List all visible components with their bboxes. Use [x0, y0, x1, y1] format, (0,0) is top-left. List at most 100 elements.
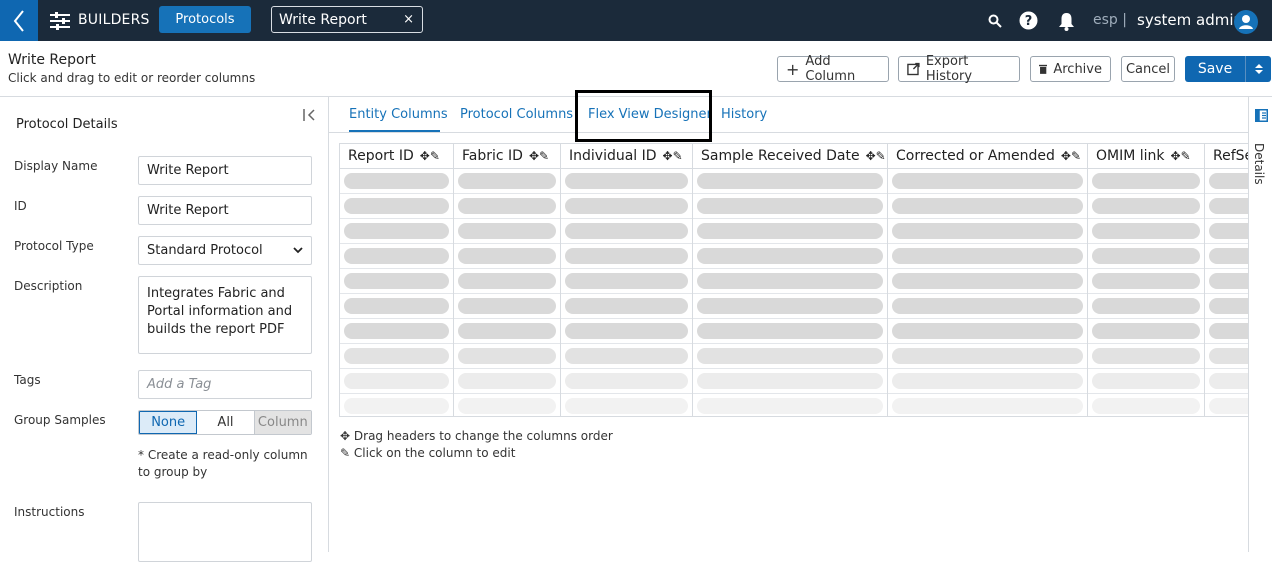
export-history-button[interactable]: Export History	[898, 54, 1020, 84]
skeleton-row	[1205, 219, 1248, 244]
cancel-button[interactable]: Cancel	[1121, 56, 1175, 82]
display-name-input[interactable]: Write Report	[138, 156, 312, 185]
add-column-button[interactable]: + Add Column	[777, 54, 889, 84]
column-header-label: Corrected or Amended	[896, 148, 1055, 164]
collapse-panel-icon[interactable]	[303, 109, 316, 125]
save-dropdown-toggle[interactable]	[1245, 56, 1271, 82]
language-switch[interactable]: esp |	[1093, 12, 1127, 28]
move-edit-icons[interactable]: ✥✎	[1061, 149, 1081, 163]
skeleton-row	[340, 194, 453, 219]
id-input[interactable]: Write Report	[138, 196, 312, 225]
column-report-id[interactable]: Report ID ✥✎	[340, 144, 454, 416]
skeleton-bar	[892, 198, 1083, 214]
skeleton-bar	[458, 298, 556, 314]
skeleton-row	[1205, 269, 1248, 294]
skeleton-row	[1205, 169, 1248, 194]
user-icon	[1239, 15, 1253, 29]
archive-button[interactable]: Archive	[1030, 56, 1111, 82]
skeleton-bar	[697, 373, 883, 389]
group-samples-toggle: None All Column	[138, 410, 312, 435]
skeleton-row	[1205, 294, 1248, 319]
search-icon[interactable]	[988, 14, 1002, 28]
description-label: Description	[14, 279, 83, 293]
skeleton-bar	[892, 248, 1083, 264]
bell-icon[interactable]	[1058, 12, 1075, 31]
skeleton-bar	[697, 173, 883, 189]
column-header[interactable]: Individual ID ✥✎	[561, 144, 692, 169]
avatar[interactable]	[1234, 10, 1258, 34]
page-title: Write Report	[8, 52, 96, 68]
close-icon[interactable]: ×	[403, 12, 414, 27]
panel-toggle-icon[interactable]	[1255, 109, 1268, 122]
group-none-option[interactable]: None	[139, 411, 198, 434]
column-header-label: OMIM link	[1096, 148, 1165, 164]
group-column-option[interactable]: Column	[254, 411, 311, 434]
skeleton-row	[693, 219, 887, 244]
skeleton-row	[1088, 219, 1204, 244]
skeleton-bar	[565, 223, 688, 239]
skeleton-bar	[892, 298, 1083, 314]
skeleton-bar	[1092, 398, 1200, 414]
group-hint: * Create a read-only column to group by	[138, 448, 308, 479]
skeleton-row	[693, 394, 887, 416]
save-button[interactable]: Save	[1185, 56, 1271, 82]
group-all-option[interactable]: All	[197, 411, 255, 434]
open-document-tab[interactable]: Write Report ×	[271, 6, 423, 33]
user-name[interactable]: system admin	[1137, 11, 1243, 29]
column-header[interactable]: RefSe	[1205, 144, 1248, 169]
column-omim-link[interactable]: OMIM link ✥✎	[1088, 144, 1205, 416]
skeleton-bar	[697, 323, 883, 339]
column-header[interactable]: Report ID ✥✎	[340, 144, 453, 169]
column-sample-received-date[interactable]: Sample Received Date ✥✎	[693, 144, 888, 416]
skeleton-row	[340, 394, 453, 416]
column-header[interactable]: Corrected or Amended ✥✎	[888, 144, 1087, 169]
move-edit-icons[interactable]: ✥✎	[1171, 149, 1191, 163]
column-header[interactable]: Sample Received Date ✥✎	[693, 144, 887, 169]
column-header[interactable]: Fabric ID ✥✎	[454, 144, 560, 169]
tab-entity-columns[interactable]: Entity Columns	[349, 107, 448, 122]
help-icon[interactable]: ?	[1019, 11, 1038, 30]
skeleton-bar	[1092, 298, 1200, 314]
column-header[interactable]: OMIM link ✥✎	[1088, 144, 1204, 169]
move-edit-icons[interactable]: ✥✎	[420, 149, 440, 163]
column-fabric-id[interactable]: Fabric ID ✥✎	[454, 144, 561, 416]
tab-protocol-columns[interactable]: Protocol Columns	[460, 107, 573, 122]
chevron-updown-icon	[1254, 64, 1263, 74]
panel-heading: Protocol Details	[16, 117, 118, 132]
protocol-type-select[interactable]: Standard Protocol	[138, 236, 312, 265]
tags-input[interactable]: Add a Tag	[138, 370, 312, 399]
skeleton-bar	[892, 348, 1083, 364]
skeleton-row	[693, 344, 887, 369]
skeleton-bar	[344, 348, 449, 364]
skeleton-bar	[1092, 248, 1200, 264]
tab-history[interactable]: History	[721, 107, 767, 122]
skeleton-bar	[458, 223, 556, 239]
back-button[interactable]	[0, 0, 38, 41]
group-samples-label: Group Samples	[14, 413, 106, 427]
skeleton-row	[454, 294, 560, 319]
column-refseq[interactable]: RefSe	[1205, 144, 1248, 416]
svg-text:?: ?	[1025, 14, 1033, 29]
add-column-label: Add Column	[805, 54, 856, 84]
move-edit-icons[interactable]: ✥✎	[663, 149, 683, 163]
skeleton-row	[888, 344, 1087, 369]
display-name-label: Display Name	[14, 159, 98, 173]
skeleton-bar	[565, 373, 688, 389]
skeleton-row	[454, 394, 560, 416]
instructions-textarea[interactable]	[138, 502, 312, 562]
skeleton-row	[693, 294, 887, 319]
skeleton-bar	[458, 373, 556, 389]
details-rail[interactable]: Details	[1248, 96, 1272, 552]
protocols-pill[interactable]: Protocols	[159, 6, 251, 33]
move-edit-icons[interactable]: ✥✎	[866, 149, 886, 163]
builders-brand[interactable]: BUILDERS	[78, 12, 150, 28]
skeleton-bar	[892, 373, 1083, 389]
skeleton-row	[1205, 244, 1248, 269]
skeleton-row	[454, 369, 560, 394]
protocol-type-label: Protocol Type	[14, 239, 94, 253]
column-corrected-or-amended[interactable]: Corrected or Amended ✥✎	[888, 144, 1088, 416]
move-edit-icons[interactable]: ✥✎	[529, 149, 549, 163]
column-individual-id[interactable]: Individual ID ✥✎	[561, 144, 693, 416]
description-textarea[interactable]: Integrates Fabric and Portal information…	[138, 276, 312, 354]
skeleton-row	[1205, 194, 1248, 219]
